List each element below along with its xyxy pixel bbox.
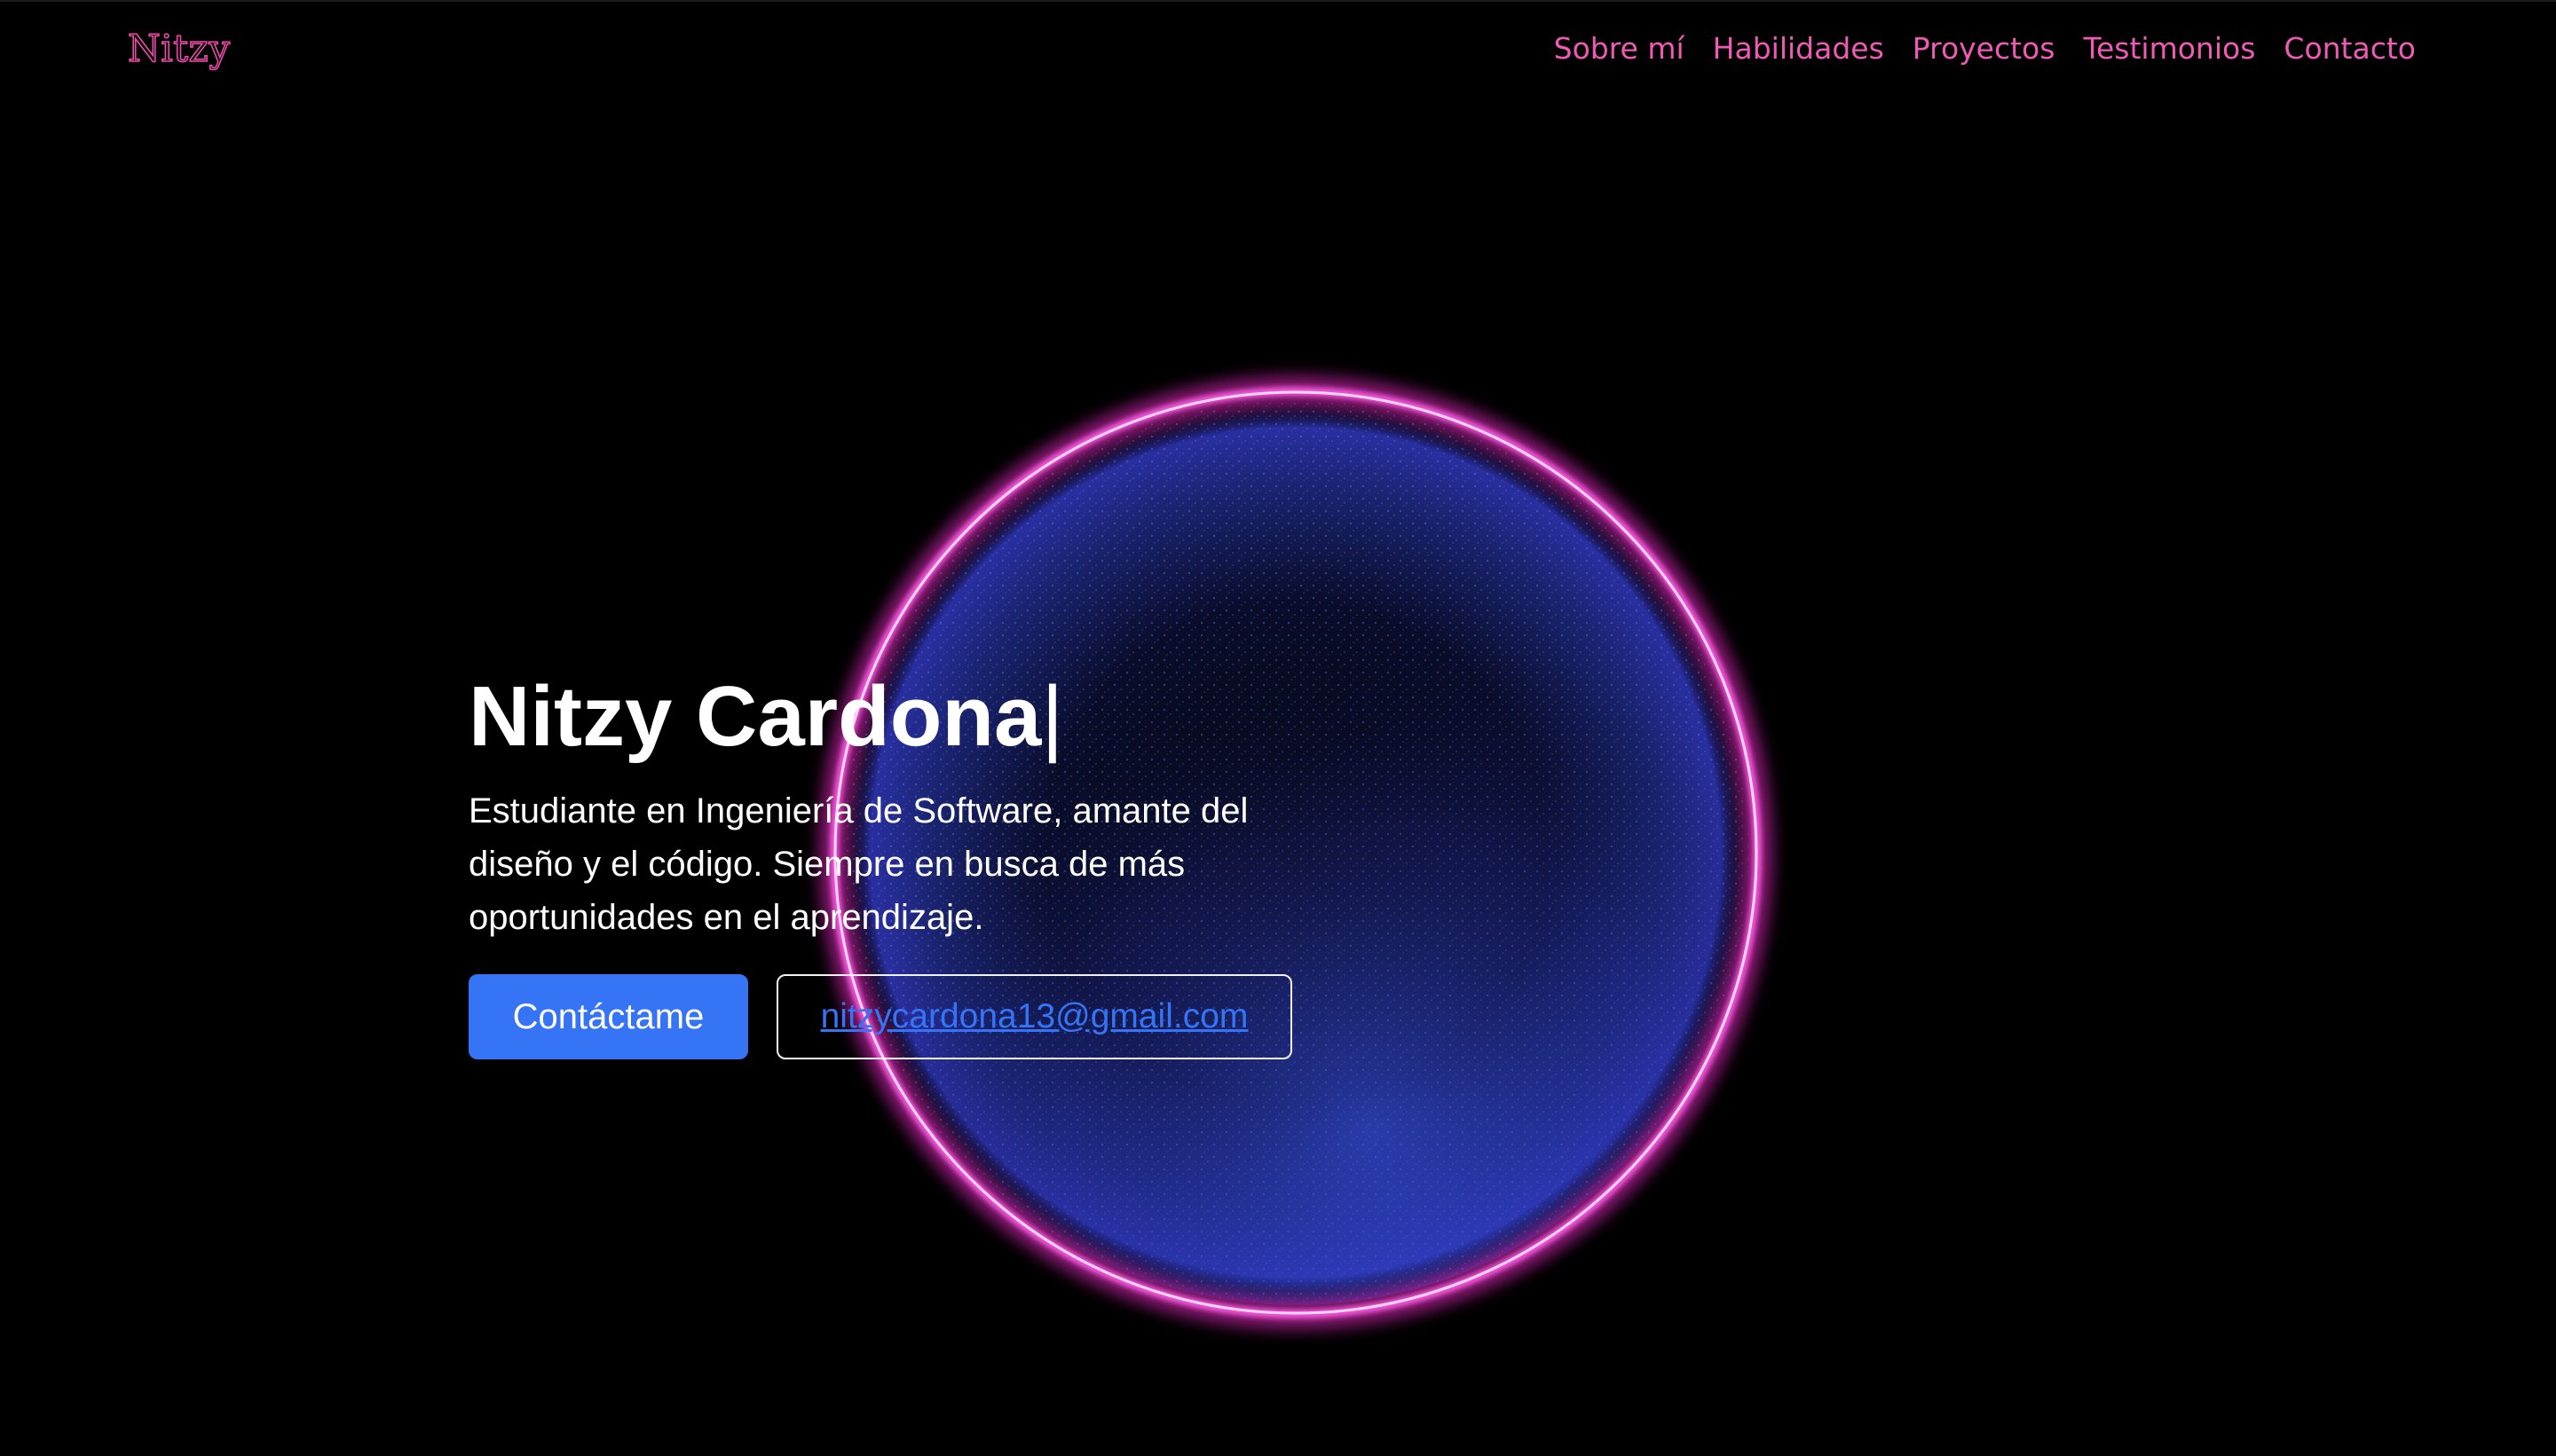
nav-link-sobre-mi[interactable]: Sobre mí (1554, 30, 1684, 67)
nav-link-testimonios[interactable]: Testimonios (2083, 30, 2255, 67)
nav-link-proyectos[interactable]: Proyectos (1913, 30, 2055, 67)
email-link-button[interactable]: nitzycardona13@gmail.com (777, 974, 1292, 1059)
top-border (0, 0, 2556, 2)
hero-name: Nitzy Cardona (469, 669, 1042, 764)
nav-link-contacto[interactable]: Contacto (2284, 30, 2416, 67)
hero-description: Estudiante en Ingeniería de Software, am… (469, 791, 1249, 937)
hero-title: Nitzy Cardona| (469, 665, 1063, 768)
brand-logo[interactable]: Nitzy (127, 26, 231, 71)
typing-cursor: | (1041, 669, 1064, 764)
contact-me-button[interactable]: Contáctame (469, 974, 748, 1059)
main-nav: Sobre mí Habilidades Proyectos Testimoni… (1554, 30, 2416, 67)
nav-link-habilidades[interactable]: Habilidades (1713, 30, 1884, 67)
